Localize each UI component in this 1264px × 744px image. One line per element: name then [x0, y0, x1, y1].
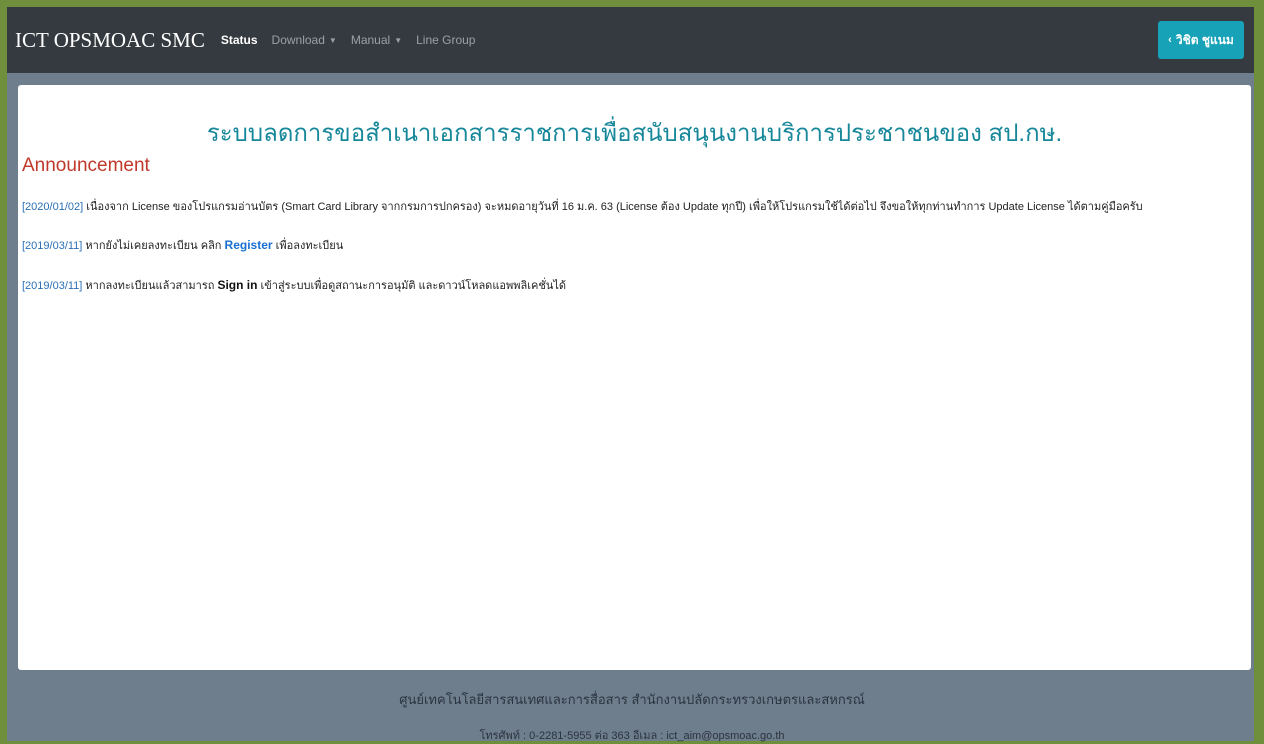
announcement-date: [2019/03/11] — [22, 240, 83, 252]
announcement-text: เนื่องจาก License ของโปรแกรมอ่านบัตร (Sm… — [86, 201, 1143, 213]
announcement-item: [2019/03/11] หากยังไม่เคยลงทะเบียน คลิก … — [22, 236, 343, 254]
nav-download-label: Download — [271, 33, 325, 47]
page-title: ระบบลดการขอสำเนาเอกสารราชการเพื่อสนับสนุ… — [206, 120, 1063, 147]
user-name: วิชิต ชูแนม — [1175, 32, 1234, 47]
brand-logo-text[interactable]: ICT OPSMOAC SMC — [15, 28, 205, 53]
nav-status[interactable]: Status — [221, 33, 258, 47]
footer-contact: โทรศัพท์ : 0-2281-5955 ต่อ 363 อีเมล : i… — [479, 730, 785, 742]
announcement-text: หากยังไม่เคยลงทะเบียน คลิก — [85, 240, 222, 252]
nav-manual[interactable]: Manual ▼ — [351, 33, 402, 47]
footer-organization: ศูนย์เทคโนโลยีสารสนเทศและการสื่อสาร สำนั… — [399, 692, 865, 707]
nav-manual-label: Manual — [350, 33, 391, 47]
announcement-text: หากลงทะเบียนแล้วสามารถ — [85, 280, 215, 292]
nav-download[interactable]: Download ▼ — [272, 33, 337, 47]
announcement-text: เพื่อลงทะเบียน — [275, 240, 344, 252]
caret-down-icon: ▼ — [328, 36, 337, 46]
register-link[interactable]: Register — [225, 238, 273, 252]
announcement-item: [2019/03/11] หากลงทะเบียนแล้วสามารถ Sign… — [22, 276, 566, 294]
announcement-date: [2019/03/11] — [22, 280, 83, 292]
main-content-panel: ระบบลดการขอสำเนาเอกสารราชการเพื่อสนับสนุ… — [18, 85, 1251, 670]
announcement-heading: Announcement — [22, 155, 150, 176]
sign-in-text: Sign in — [217, 278, 258, 292]
announcement-item: [2020/01/02] เนื่องจาก License ของโปรแกร… — [22, 197, 1143, 215]
announcement-date: [2020/01/02] — [22, 201, 84, 213]
caret-down-icon: ▼ — [394, 36, 403, 46]
nav-line-group[interactable]: Line Group — [416, 33, 475, 47]
announcement-text: เข้าสู่ระบบเพื่อดูสถานะการอนุมัติ และดาว… — [260, 280, 567, 292]
user-menu-button[interactable]: ‹ วิชิต ชูแนม — [1158, 21, 1244, 59]
top-navbar: ICT OPSMOAC SMC Status Download ▼ Manual ▼… — [7, 7, 1254, 73]
chevron-left-icon: ‹ — [1168, 34, 1172, 46]
